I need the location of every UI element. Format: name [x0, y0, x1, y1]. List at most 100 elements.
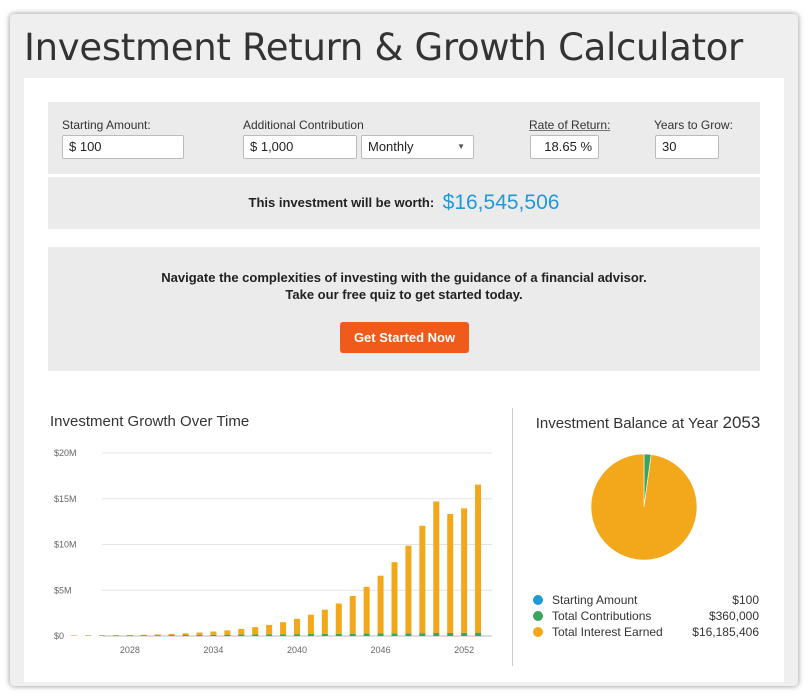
- rate-of-return-label[interactable]: Rate of Return:: [529, 118, 610, 132]
- rate-unit: %: [580, 139, 592, 154]
- legend-row-interest: Total Interest Earned $16,185,406: [533, 624, 759, 640]
- y-tick-label: $15M: [54, 494, 77, 504]
- legend-row-starting: Starting Amount $100: [533, 592, 759, 608]
- bar-segment[interactable]: [447, 513, 454, 633]
- x-tick-label: 2034: [203, 645, 223, 655]
- calculator-card: Starting Amount: $ 100 Additional Contri…: [24, 78, 784, 682]
- bar-segment[interactable]: [377, 575, 384, 634]
- legend-dot: [533, 627, 543, 637]
- balance-legend: Starting Amount $100 Total Contributions…: [533, 592, 759, 640]
- advisor-promo: Navigate the complexities of investing w…: [48, 247, 760, 371]
- growth-chart: $0 $5M $10M $15M $20M 2028 2034 2040 2046 2052: [54, 448, 492, 655]
- bar-segment[interactable]: [196, 634, 203, 636]
- bar-segment[interactable]: [377, 633, 384, 636]
- bar-segment[interactable]: [419, 633, 426, 636]
- bar-segment[interactable]: [349, 633, 356, 636]
- legend-dot: [533, 595, 543, 605]
- result-panel: This investment will be worth: $16,545,5…: [48, 177, 760, 229]
- bar-segment[interactable]: [196, 632, 203, 635]
- y-tick-label: $5M: [54, 585, 72, 595]
- result-value: $16,545,506: [442, 191, 560, 214]
- bar-segment[interactable]: [321, 633, 328, 636]
- bar-segment[interactable]: [252, 627, 259, 635]
- bar-segment[interactable]: [126, 635, 133, 636]
- starting-amount-input[interactable]: $ 100: [62, 135, 184, 159]
- balance-year: 2053: [722, 413, 761, 432]
- growth-chart-title: Investment Growth Over Time: [50, 413, 250, 430]
- bar-segment[interactable]: [307, 614, 314, 635]
- legend-row-contributions: Total Contributions $360,000: [533, 608, 759, 624]
- legend-value: $360,000: [708, 609, 759, 623]
- pie-slice[interactable]: [591, 454, 697, 560]
- balance-title-text: Investment Balance at Year: [535, 415, 719, 432]
- bar-segment[interactable]: [224, 634, 231, 636]
- legend-name: Starting Amount: [552, 593, 638, 607]
- bar-segment[interactable]: [154, 634, 161, 636]
- bar-segment[interactable]: [294, 618, 300, 635]
- input-panel: Starting Amount: $ 100 Additional Contri…: [48, 102, 760, 174]
- bar-segment[interactable]: [321, 609, 328, 634]
- bar-segment[interactable]: [182, 633, 189, 636]
- bar-segment[interactable]: [335, 603, 342, 634]
- years-to-grow-input[interactable]: 30: [655, 135, 719, 159]
- page-title: Investment Return & Growth Calculator: [24, 26, 743, 69]
- bar-segment[interactable]: [140, 635, 147, 636]
- chart-divider: [512, 408, 513, 666]
- result-label: This investment will be worth:: [248, 195, 435, 210]
- bar-segment[interactable]: [294, 634, 300, 636]
- legend-name: Total Contributions: [552, 609, 652, 623]
- y-tick-label: $10M: [54, 540, 77, 550]
- bar-segment[interactable]: [140, 634, 147, 636]
- bar-segment[interactable]: [280, 622, 287, 635]
- bar-segment[interactable]: [405, 545, 412, 634]
- legend-dot: [533, 611, 543, 621]
- legend-name: Total Interest Earned: [552, 625, 663, 639]
- bar-segment[interactable]: [182, 635, 189, 636]
- bar-segment[interactable]: [266, 634, 273, 636]
- additional-contribution-input[interactable]: $ 1,000: [243, 135, 357, 159]
- legend-value: $16,185,406: [692, 625, 759, 639]
- bar-segment[interactable]: [307, 634, 314, 636]
- balance-chart-title: Investment Balance at Year 2053: [512, 413, 784, 433]
- bar-segment[interactable]: [252, 634, 259, 636]
- promo-line-1: Navigate the complexities of investing w…: [161, 270, 647, 285]
- bar-segment[interactable]: [210, 631, 217, 635]
- frequency-value: Monthly: [368, 139, 414, 154]
- bar-segment[interactable]: [224, 630, 231, 635]
- bar-segment[interactable]: [461, 508, 468, 633]
- caret-down-icon: ▼: [457, 142, 465, 151]
- y-tick-label: $20M: [54, 448, 77, 458]
- bar-segment[interactable]: [280, 634, 287, 636]
- additional-contribution-label: Additional Contribution: [243, 118, 364, 132]
- bar-segment[interactable]: [433, 633, 440, 636]
- bar-segment[interactable]: [391, 633, 398, 636]
- bar-segment[interactable]: [433, 501, 440, 634]
- bar-segment[interactable]: [363, 586, 370, 634]
- bar-segment[interactable]: [154, 635, 161, 636]
- bar-segment[interactable]: [349, 596, 356, 634]
- contribution-frequency-select[interactable]: Monthly ▼: [361, 135, 474, 159]
- x-tick-label: 2046: [371, 645, 391, 655]
- bar-segment[interactable]: [475, 484, 482, 633]
- x-tick-label: 2040: [287, 645, 307, 655]
- bar-segment[interactable]: [475, 632, 482, 636]
- bar-segment[interactable]: [405, 633, 412, 636]
- bar-segment[interactable]: [210, 634, 217, 636]
- rate-of-return-input[interactable]: 18.65 %: [530, 135, 599, 159]
- bar-segment[interactable]: [391, 562, 398, 634]
- get-started-button[interactable]: Get Started Now: [340, 322, 469, 353]
- bar-segment[interactable]: [238, 634, 245, 636]
- bar-segment[interactable]: [335, 633, 342, 636]
- bar-segment[interactable]: [447, 632, 454, 636]
- bar-segment[interactable]: [419, 525, 426, 634]
- rate-value: 18.65: [544, 139, 577, 154]
- years-to-grow-label: Years to Grow:: [654, 118, 733, 132]
- bar-segment[interactable]: [238, 628, 245, 635]
- bar-segment[interactable]: [168, 635, 175, 636]
- bar-segment[interactable]: [168, 633, 175, 636]
- legend-value: $100: [732, 593, 759, 607]
- promo-line-2: Take our free quiz to get started today.: [285, 287, 523, 302]
- bar-segment[interactable]: [363, 633, 370, 636]
- bar-segment[interactable]: [461, 632, 468, 636]
- bar-segment[interactable]: [266, 624, 273, 635]
